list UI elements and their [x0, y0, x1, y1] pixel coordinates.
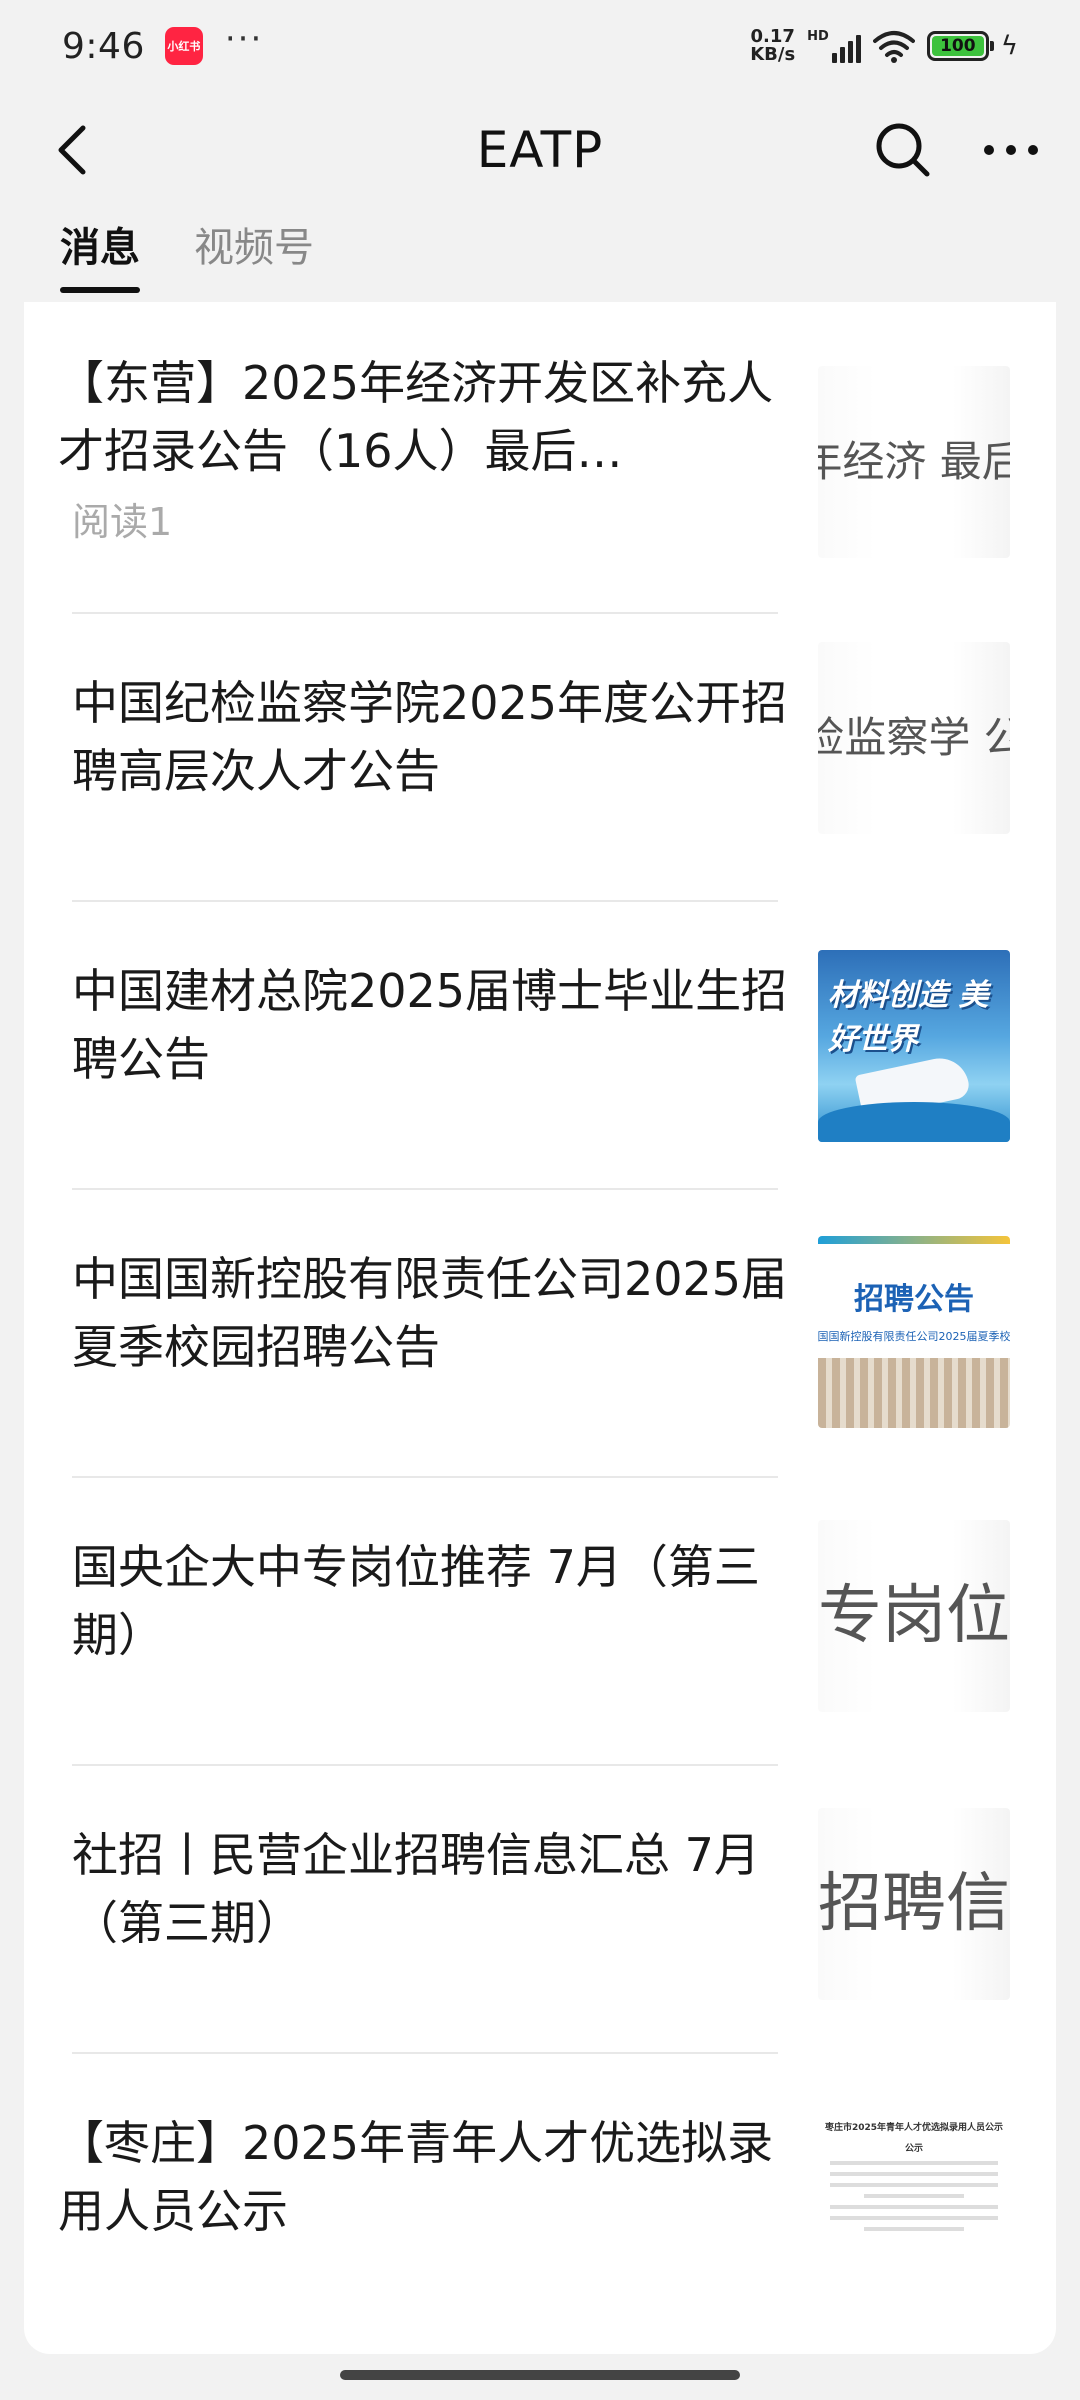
thumbnail-text: 025年经济 最后一天: [818, 437, 1010, 486]
article-thumbnail: 材料创造 美好世界: [818, 950, 1010, 1142]
divider: [72, 612, 778, 614]
divider: [72, 1188, 778, 1190]
status-bar: 9:46 小红书 ··· 0.17 KB/s HD 100 ϟ: [0, 0, 1080, 92]
article-title: 中国纪检监察学院2025年度公开招聘高层次人才公告: [72, 676, 788, 798]
divider: [72, 1764, 778, 1766]
charging-icon: ϟ: [1000, 31, 1018, 61]
article-thumbnail: 招聘信: [818, 1808, 1010, 2000]
article-thumbnail: 专岗位: [818, 1520, 1010, 1712]
search-icon: [876, 123, 930, 177]
article-card: 【东营】2025年经济开发区补充人才招录公告（16人）最后… 阅读1 025年经…: [24, 302, 1056, 2354]
article-title: 中国建材总院2025届博士毕业生招聘公告: [72, 964, 788, 1086]
thumbnail-subtext: 中国国新控股有限责任公司2025届夏季校园: [818, 1330, 1010, 1343]
thumbnail-text: 招聘信: [818, 1867, 1010, 1941]
search-button[interactable]: [866, 113, 940, 187]
network-speed: 0.17 KB/s: [750, 28, 795, 64]
battery-level: 100: [931, 36, 984, 56]
thumbnail-text: 枣庄市2025年青年人才优选拟录用人员公示: [824, 2123, 1004, 2133]
status-time: 9:46: [62, 25, 145, 67]
more-button[interactable]: [974, 113, 1048, 187]
thumbnail-text: 专岗位: [818, 1579, 1010, 1653]
back-button[interactable]: [38, 115, 108, 185]
status-indicators: 0.17 KB/s HD 100 ϟ: [750, 28, 1018, 64]
article-title: 【枣庄】2025年青年人才优选拟录用人员公示: [58, 2116, 774, 2238]
home-indicator[interactable]: [340, 2370, 740, 2380]
hd-label: HD: [807, 29, 829, 44]
tab-messages[interactable]: 消息: [60, 215, 140, 293]
nav-bar: EATP: [0, 95, 1080, 205]
thumbnail-text: 纪检监察学 公告: [818, 713, 1010, 762]
chevron-left-icon: [58, 125, 86, 175]
article-thumbnail: 025年经济 最后一天: [818, 366, 1010, 558]
article-thumbnail: 枣庄市2025年青年人才优选拟录用人员公示 公示: [818, 2102, 1010, 2294]
divider: [72, 1476, 778, 1478]
more-dots-icon: [984, 145, 1038, 155]
article-thumbnail: 招聘公告 中国国新控股有限责任公司2025届夏季校园: [818, 1236, 1010, 1428]
article-title: 国央企大中专岗位推荐 7月（第三期）: [72, 1540, 760, 1662]
article-title: 社招丨民营企业招聘信息汇总 7月（第三期）: [72, 1828, 760, 1950]
page-title: EATP: [476, 121, 604, 179]
wifi-icon: [872, 31, 915, 63]
xiaohongshu-app-icon: 小红书: [164, 27, 203, 65]
thumbnail-band: [818, 1236, 1010, 1244]
network-speed-unit: KB/s: [750, 44, 796, 65]
read-count: 阅读1: [72, 499, 173, 544]
signal-icon: HD: [807, 29, 861, 63]
divider: [72, 900, 778, 902]
divider: [72, 2052, 778, 2054]
thumbnail-text: 材料创造 美好世界: [828, 978, 989, 1057]
tab-bar: 消息 视频号: [60, 215, 314, 293]
building-graphic: [818, 1358, 1010, 1428]
battery-icon: 100: [926, 31, 994, 61]
article-thumbnail: 纪检监察学 公告: [818, 642, 1010, 834]
wave-graphic: [818, 1102, 1010, 1142]
article-title: 中国国新控股有限责任公司2025届夏季校园招聘公告: [72, 1252, 788, 1374]
notification-more-icon: ···: [224, 19, 264, 59]
tab-channels[interactable]: 视频号: [194, 215, 314, 293]
article-title: 【东营】2025年经济开发区补充人才招录公告（16人）最后…: [58, 355, 774, 478]
thumbnail-subtext: 公示: [904, 2144, 923, 2154]
thumbnail-text: 招聘公告: [854, 1282, 974, 1317]
